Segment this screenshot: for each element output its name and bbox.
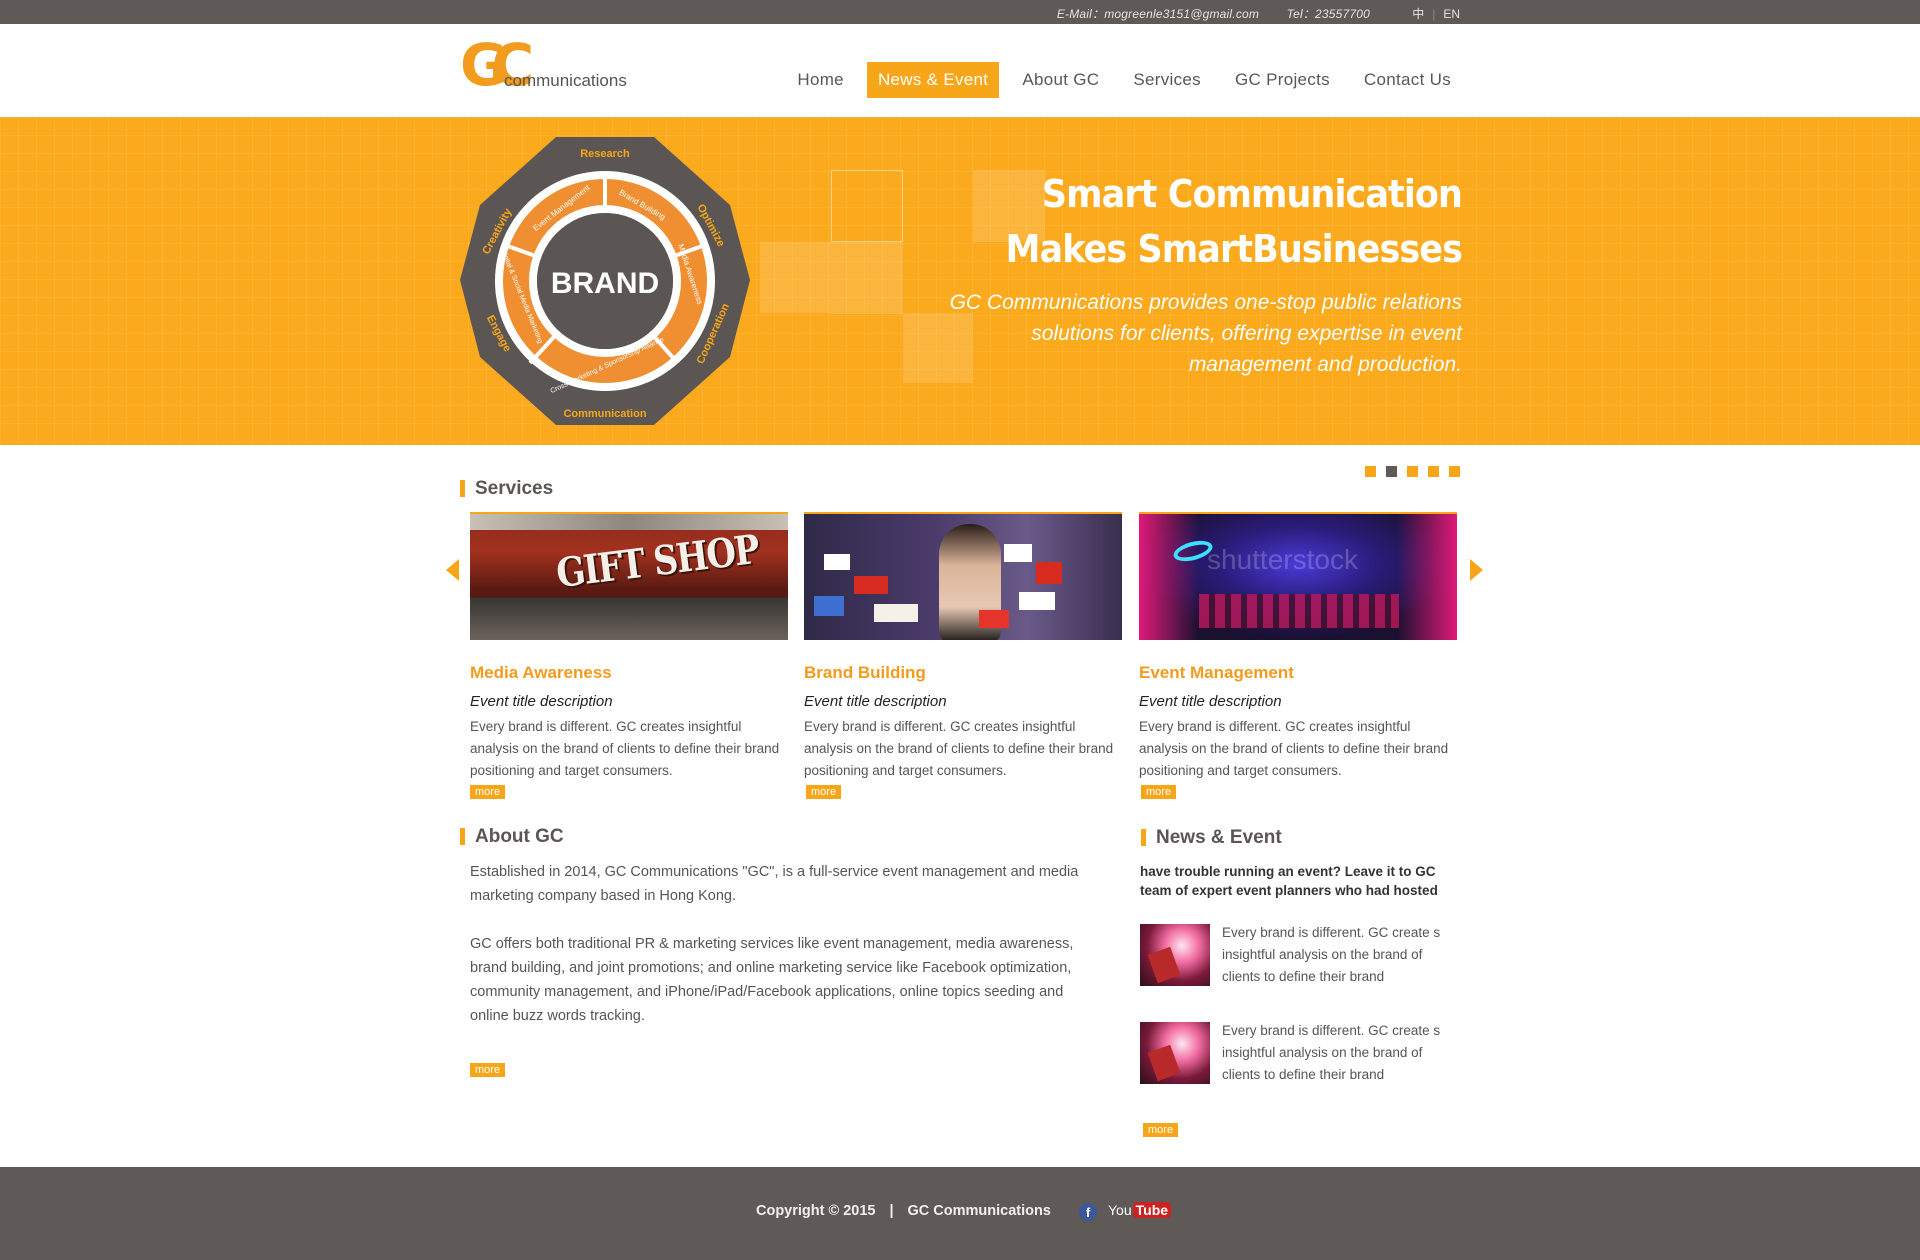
headline-line-2: Makes SmartBusinesses	[1005, 227, 1463, 271]
decor-square	[831, 170, 903, 242]
service-subtitle: Event title description	[804, 693, 947, 710]
service-image-event-venue[interactable]: shutterstock	[1139, 512, 1457, 640]
service-description: Every brand is different. GC creates ins…	[1139, 719, 1449, 778]
slider-dot[interactable]	[1365, 466, 1376, 477]
slider-dots	[1365, 466, 1460, 477]
slider-dot[interactable]	[1449, 466, 1460, 477]
about-more-button[interactable]: more	[470, 1063, 506, 1077]
more-button[interactable]: more	[470, 785, 506, 799]
services-heading: Services	[460, 478, 553, 500]
banner-headline: Smart Communication Makes SmartBusinesse…	[1005, 167, 1463, 277]
service-title[interactable]: Brand Building	[804, 663, 1122, 683]
service-image-gift-shop[interactable]: GIFT SHOP	[470, 512, 788, 640]
contact-info: E-Mail：mogreenle3151@gmail.com Tel：23557…	[1033, 5, 1370, 22]
image-watermark: shutterstock	[1207, 544, 1358, 575]
slider-dot-active[interactable]	[1386, 466, 1397, 477]
nav-contact[interactable]: Contact Us	[1353, 62, 1462, 98]
nav-about[interactable]: About GC	[1011, 62, 1110, 98]
news-thumbnail[interactable]	[1140, 1022, 1210, 1084]
gift-shop-sign: GIFT SHOP	[553, 525, 761, 598]
badge-center-label: BRAND	[551, 267, 659, 300]
service-description: Every brand is different. GC creates ins…	[804, 719, 1114, 778]
site-footer: Copyright © 2015 | GC Communications f You…	[0, 1167, 1920, 1260]
more-button[interactable]: more	[1141, 785, 1177, 799]
news-lead-text[interactable]: have trouble running an event? Leave it …	[1140, 862, 1470, 900]
about-paragraph-2: GC offers both traditional PR & marketin…	[470, 936, 1074, 1024]
logo-wordmark: communications	[504, 71, 627, 90]
nav-projects[interactable]: GC Projects	[1224, 62, 1341, 98]
news-thumbnail[interactable]	[1140, 924, 1210, 986]
service-image-press-event[interactable]	[804, 512, 1122, 640]
service-card: GIFT SHOP Media Awareness Event title de…	[470, 512, 788, 782]
news-summary: Every brand is different. GC create s in…	[1222, 925, 1441, 984]
carousel-prev-arrow-icon[interactable]	[446, 559, 459, 581]
footer-copyright: Copyright © 2015 | GC Communications	[756, 1203, 1051, 1219]
carousel-next-arrow-icon[interactable]	[1470, 559, 1483, 581]
more-button[interactable]: more	[806, 785, 842, 799]
youtube-icon[interactable]: You Tube	[1108, 1202, 1172, 1222]
email-link[interactable]: E-Mail：mogreenle3151@gmail.com	[1057, 7, 1259, 21]
copyright-text: Copyright © 2015	[756, 1203, 876, 1219]
about-paragraph-1: Established in 2014, GC Communications "…	[470, 864, 1079, 904]
youtube-you: You	[1108, 1202, 1132, 1218]
headline-line-1: Smart Communication	[1041, 172, 1463, 216]
site-header: GC communications Home News & Event Abou…	[0, 24, 1920, 117]
phone-number: Tel：23557700	[1286, 7, 1370, 21]
news-item[interactable]: Every brand is different. GC create s in…	[1140, 1020, 1470, 1086]
nav-home[interactable]: Home	[786, 62, 855, 98]
service-card: shutterstock Event Management Event titl…	[1139, 512, 1457, 782]
badge-top-label: Research	[580, 148, 630, 160]
news-summary: Every brand is different. GC create s in…	[1222, 1023, 1441, 1082]
news-heading: News & Event	[1141, 827, 1282, 849]
lang-en-link[interactable]: EN	[1443, 7, 1460, 21]
slider-dot[interactable]	[1428, 466, 1439, 477]
service-title[interactable]: Event Management	[1139, 663, 1457, 683]
brand-wheel-graphic: BRAND Research Communication Creativity …	[460, 137, 750, 425]
top-bar: E-Mail：mogreenle3151@gmail.com Tel：23557…	[0, 0, 1920, 24]
service-subtitle: Event title description	[1139, 693, 1282, 710]
company-name: GC Communications	[907, 1203, 1051, 1219]
news-item[interactable]: Every brand is different. GC create s in…	[1140, 922, 1470, 988]
banner-tagline: GC Communications provides one-stop publ…	[949, 291, 1462, 376]
site-logo[interactable]: GC communications	[460, 31, 630, 101]
hero-banner: BRAND Research Communication Creativity …	[0, 117, 1920, 445]
language-switcher: 中 | EN	[1412, 7, 1460, 21]
news-more-button[interactable]: more	[1143, 1123, 1179, 1137]
service-subtitle: Event title description	[470, 693, 613, 710]
service-title[interactable]: Media Awareness	[470, 663, 788, 683]
facebook-icon[interactable]: f	[1079, 1203, 1097, 1221]
decor-square	[760, 242, 831, 313]
service-card: Brand Building Event title description E…	[804, 512, 1122, 782]
service-description: Every brand is different. GC creates ins…	[470, 719, 780, 778]
nav-services[interactable]: Services	[1122, 62, 1212, 98]
lang-zh-link[interactable]: 中	[1412, 7, 1424, 21]
decor-square	[831, 242, 903, 314]
about-heading: About GC	[460, 826, 564, 848]
main-nav: Home News & Event About GC Services GC P…	[774, 62, 1462, 98]
nav-news-event[interactable]: News & Event	[866, 62, 1000, 98]
badge-bottom-label: Communication	[563, 408, 646, 420]
youtube-tube: Tube	[1132, 1202, 1172, 1218]
slider-dot[interactable]	[1407, 466, 1418, 477]
